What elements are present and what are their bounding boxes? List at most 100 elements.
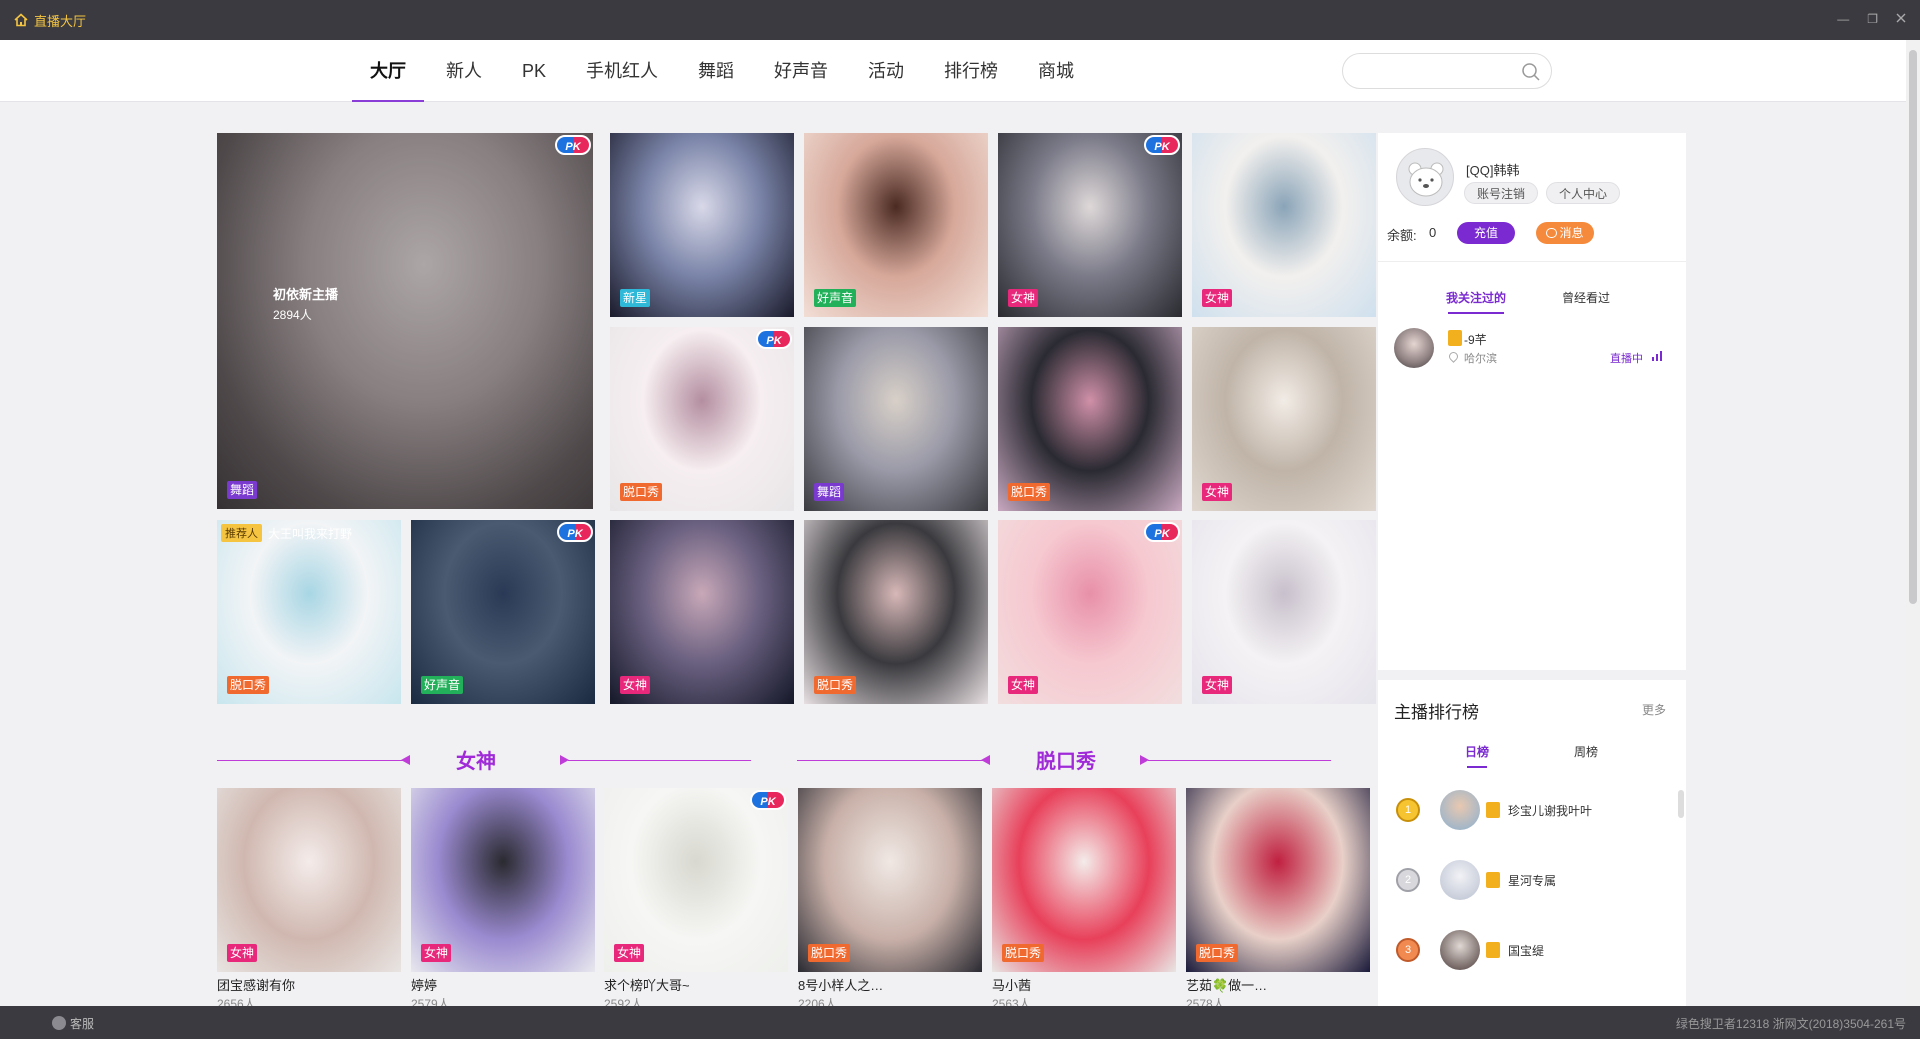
stream-tile[interactable]: 女神 PK [604, 788, 788, 972]
stream-tile[interactable]: 脱口秀 PK [610, 327, 794, 511]
divider-arrow [981, 755, 990, 765]
category-badge: 女神 [1202, 289, 1233, 307]
pk-badge: PK [756, 329, 792, 349]
ranking-row[interactable]: 1 珍宝儿谢我叶叶 [1390, 790, 1666, 830]
user-avatar[interactable] [1396, 148, 1454, 206]
message-button[interactable]: 消息 [1536, 222, 1594, 244]
section-divider [568, 760, 751, 761]
ranker-name: 珍宝儿谢我叶叶 [1508, 804, 1593, 818]
balance-label: 余额: [1387, 228, 1417, 243]
category-badge: 好声音 [421, 676, 464, 694]
streamer-name[interactable]: 求个榜吖大哥~ [604, 975, 690, 994]
scrollbar-thumb[interactable] [1909, 50, 1917, 604]
home-icon [14, 13, 28, 27]
level-icon [1486, 942, 1500, 958]
stream-tile[interactable]: 脱口秀 [798, 788, 982, 972]
status-bar: 客服 绿色搜卫者12318 浙网文(2018)3504-261号 [0, 1006, 1920, 1039]
rank-medal-icon: 1 [1396, 798, 1420, 822]
balance-value: 0 [1429, 225, 1437, 240]
stream-tile[interactable]: 女神 PK [998, 133, 1182, 317]
level-icon [1448, 330, 1462, 346]
nav-tab[interactable]: 好声音 [754, 40, 848, 102]
ranker-name: 国宝缇 [1508, 944, 1545, 958]
recommend-tag: 推荐人 [221, 524, 262, 542]
category-badge: 女神 [620, 676, 651, 694]
nav-tab[interactable]: 舞蹈 [678, 40, 754, 102]
ranking-row[interactable]: 3 国宝缇 [1390, 930, 1666, 970]
search-input[interactable] [1357, 54, 1517, 88]
followed-item[interactable]: -9芊 哈尔滨 直播中 [1394, 328, 1664, 370]
stream-tile[interactable]: 脱口秀 [804, 520, 988, 704]
category-badge: 脱口秀 [808, 944, 851, 962]
live-status: 直播中 [1610, 353, 1643, 365]
stream-tile[interactable]: 舞蹈 [804, 327, 988, 511]
stream-tile[interactable]: 好声音 PK [411, 520, 595, 704]
ranking-scrollbar[interactable] [1678, 790, 1684, 818]
nav-tab[interactable]: 大厅 [350, 40, 426, 102]
stream-tile[interactable]: 女神 [1192, 133, 1376, 317]
nav-tab[interactable]: 商城 [1018, 40, 1094, 102]
customer-service-link[interactable]: 客服 [70, 1015, 94, 1032]
stream-tile[interactable]: 女神 [1192, 520, 1376, 704]
category-badge: 脱口秀 [1008, 483, 1051, 501]
featured-stream-tile[interactable]: 初依新主播 2894人 舞蹈 PK [217, 133, 593, 509]
stream-tile[interactable]: 新星 [610, 133, 794, 317]
restore-button[interactable]: ❐ [1867, 12, 1878, 26]
nav-tab[interactable]: 活动 [848, 40, 924, 102]
personal-center-button[interactable]: 个人中心 [1546, 182, 1620, 204]
app-title[interactable]: 直播大厅 [14, 11, 86, 30]
tab-followed[interactable]: 我关注过的 [1446, 289, 1506, 314]
nav-tab[interactable]: 手机红人 [566, 40, 678, 102]
stream-tile[interactable]: 女神 PK [998, 520, 1182, 704]
search-icon[interactable] [1521, 62, 1541, 82]
pk-badge: PK [557, 522, 593, 542]
category-badge: 女神 [614, 944, 645, 962]
section-title-talkshow[interactable]: 脱口秀 [1036, 745, 1096, 774]
ranking-row[interactable]: 2 星河专属 [1390, 860, 1666, 900]
viewer-count: 2579人 [411, 997, 450, 1006]
location-icon [1447, 350, 1460, 363]
stream-tile[interactable]: 脱口秀 [992, 788, 1176, 972]
page-scrollbar[interactable] [1906, 40, 1920, 1006]
tab-daily[interactable]: 日榜 [1465, 743, 1489, 768]
pk-badge: PK [1144, 522, 1180, 542]
close-button[interactable] [1896, 12, 1906, 26]
level-icon [1486, 802, 1500, 818]
window-title: 直播大厅 [34, 13, 87, 29]
section-title-goddess[interactable]: 女神 [456, 745, 496, 774]
nav-tab[interactable]: 新人 [426, 40, 502, 102]
stream-tile[interactable]: 脱口秀 [998, 327, 1182, 511]
viewer-count: 2206人 [798, 997, 837, 1006]
tab-weekly[interactable]: 周榜 [1574, 743, 1598, 760]
category-badge: 女神 [1202, 483, 1233, 501]
category-badge: 脱口秀 [620, 483, 663, 501]
tab-history[interactable]: 曾经看过 [1562, 289, 1610, 306]
category-badge: 女神 [227, 944, 258, 962]
streamer-name[interactable]: 婷婷 [411, 975, 437, 994]
streamer-name[interactable]: 8号小样人之… [798, 975, 883, 994]
category-badge: 女神 [421, 944, 452, 962]
section-divider [797, 760, 987, 761]
stream-tile[interactable]: 脱口秀 [1186, 788, 1370, 972]
nav-tab[interactable]: PK [502, 40, 566, 102]
streamer-name[interactable]: 马小茜 [992, 975, 1031, 994]
stream-tile[interactable]: 脱口秀 推荐人 大王叫我来打野 [217, 520, 401, 704]
category-badge: 好声音 [814, 289, 857, 307]
streamer-name[interactable]: 团宝感谢有你 [217, 975, 295, 994]
minimize-button[interactable]: — [1837, 12, 1849, 26]
followed-avatar [1394, 328, 1434, 368]
divider-arrow [401, 755, 410, 765]
logout-button[interactable]: 账号注销 [1464, 182, 1538, 204]
customer-service-icon[interactable] [52, 1016, 66, 1030]
stream-tile[interactable]: 好声音 [804, 133, 988, 317]
ranking-title: 主播排行榜 [1394, 703, 1479, 722]
stream-tile[interactable]: 女神 [411, 788, 595, 972]
stream-tile[interactable]: 女神 [1192, 327, 1376, 511]
recharge-button[interactable]: 充值 [1457, 222, 1515, 244]
stream-tile[interactable]: 女神 [610, 520, 794, 704]
stream-tile[interactable]: 女神 [217, 788, 401, 972]
ranking-more-link[interactable]: 更多 [1642, 701, 1666, 718]
streamer-name[interactable]: 艺茹🍀做一… [1186, 975, 1267, 994]
nav-tab[interactable]: 排行榜 [924, 40, 1018, 102]
followed-location: 哈尔滨 [1464, 353, 1497, 365]
